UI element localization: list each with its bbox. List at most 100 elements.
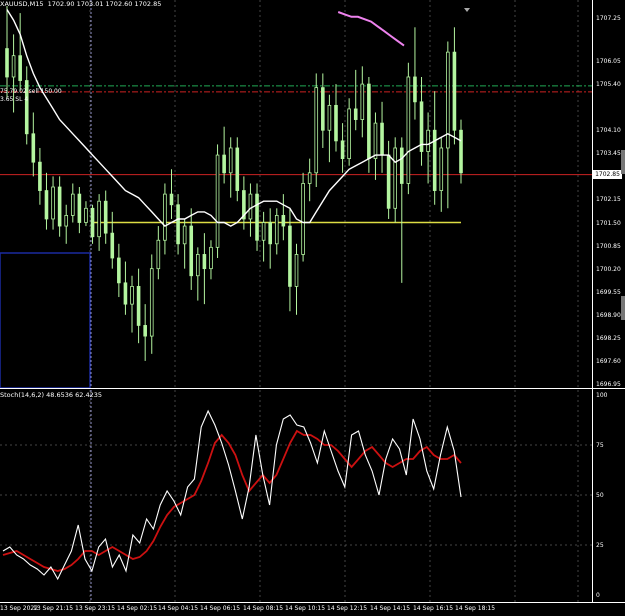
candle — [77, 187, 82, 234]
candle-body — [5, 48, 9, 78]
candle — [321, 73, 325, 148]
upper-ma-line — [337, 11, 405, 47]
candle-body — [31, 133, 36, 163]
candle-body — [426, 129, 430, 152]
shift-marker-icon[interactable] — [464, 8, 470, 12]
candle-body — [386, 154, 391, 209]
candle-body — [281, 215, 286, 227]
chart-window: XAUUSD,M15 1702.90 1703.01 1702.60 1702.… — [0, 0, 625, 616]
candle — [5, 6, 9, 99]
candle-body — [182, 225, 187, 245]
candle — [209, 240, 213, 280]
candle — [31, 112, 36, 177]
time-tick-label: 14 Sep 10:15 — [285, 605, 326, 612]
candle — [176, 194, 180, 255]
candle — [228, 137, 233, 198]
candle — [360, 66, 365, 138]
candle-body — [84, 207, 88, 223]
time-tick-label: 14 Sep 04:15 — [158, 605, 199, 612]
price-tick-label: 1702.15 — [596, 196, 621, 204]
stochastic-tick-label: 25 — [596, 542, 604, 549]
candle-body — [123, 282, 128, 305]
stochastic-grid — [0, 390, 592, 602]
candle — [123, 261, 128, 315]
candle-body — [288, 225, 292, 287]
candle-body — [327, 104, 332, 131]
candle — [307, 158, 312, 202]
candle — [143, 304, 147, 361]
candle-body — [196, 254, 200, 277]
candle-body — [314, 87, 319, 174]
price-chart-pane[interactable]: XAUUSD,M15 1702.90 1703.01 1702.60 1702.… — [0, 0, 592, 388]
candle — [261, 211, 266, 262]
candle-body — [413, 76, 417, 103]
candle-body — [11, 55, 16, 78]
candle — [235, 137, 240, 202]
candle-body — [156, 239, 161, 270]
price-tick-label: 1704.10 — [596, 127, 621, 135]
candle-body — [130, 285, 134, 305]
candle-body — [347, 108, 351, 160]
candle — [215, 144, 220, 258]
candle — [24, 66, 29, 145]
price-tick-label: 1705.40 — [596, 81, 621, 89]
candle-body — [57, 186, 62, 227]
stochastic-canvas[interactable] — [0, 390, 592, 602]
pane-separator[interactable] — [0, 388, 625, 389]
price-tick-label: 1706.05 — [596, 58, 621, 65]
candle — [70, 183, 75, 223]
price-axis[interactable]: 1707.25 1706.05 1705.40 1704.10 1703.45 1702.… — [592, 0, 625, 388]
time-tick-label: 14 Sep 12:15 — [327, 605, 368, 612]
sl-order-label[interactable]: 3.65 SL 4 — [0, 96, 28, 103]
candle — [130, 275, 134, 333]
candle-body — [406, 76, 411, 184]
time-tick-label: 14 Sep 14:15 — [370, 605, 411, 612]
candle-body — [360, 83, 365, 120]
price-tick-label: 1697.60 — [596, 357, 621, 365]
candle — [44, 172, 49, 230]
price-tick-label: 1700.85 — [596, 242, 621, 250]
candle-body — [334, 104, 338, 142]
candle-body — [321, 87, 325, 131]
candle — [189, 208, 194, 290]
candle-body — [399, 147, 404, 184]
candle — [314, 73, 319, 188]
candle — [182, 218, 187, 269]
price-tick-label: 1701.50 — [596, 219, 621, 227]
candle-body — [353, 108, 358, 120]
candle-body — [459, 129, 463, 174]
candle-body — [432, 129, 437, 191]
candle — [419, 76, 424, 166]
candle-body — [367, 83, 371, 160]
candle-body — [393, 147, 398, 209]
candle — [90, 204, 95, 244]
candle-body — [340, 140, 345, 160]
candle-body — [274, 215, 279, 245]
candle-body — [90, 207, 95, 238]
scale-drag-handle[interactable] — [621, 150, 625, 174]
price-chart-canvas[interactable] — [0, 0, 592, 388]
price-tick-label: 1699.55 — [596, 288, 621, 296]
candle-body — [301, 183, 305, 255]
candle — [393, 137, 398, 223]
current-price-tag: 1702.85 — [593, 170, 622, 180]
candle-body — [176, 204, 180, 245]
price-tick-label: 1700.20 — [596, 265, 621, 273]
scale-drag-handle-lower[interactable] — [621, 296, 625, 320]
price-tick-label: 1707.25 — [596, 15, 621, 23]
blue-box-rectangle[interactable] — [0, 252, 91, 388]
tp-order-label[interactable]: 75.79.02 sell 150.00 — [0, 88, 62, 95]
time-axis[interactable]: 13 Sep 2022 13 Sep 21:15 13 Sep 23:15 14 Se… — [0, 602, 625, 616]
stochastic-title: Stoch(14,6,2) 48.6536 62.4235 — [0, 391, 102, 399]
candle — [274, 208, 279, 255]
candle — [255, 183, 259, 251]
candle — [136, 268, 141, 344]
candle — [459, 119, 463, 184]
price-tick-label: 1698.25 — [596, 334, 621, 342]
candle-body — [307, 172, 312, 184]
candle-body — [110, 232, 115, 259]
symbol-title: XAUUSD,M15 — [0, 0, 44, 8]
stochastic-axis[interactable]: 100 75 50 25 0 — [592, 390, 625, 602]
candle — [84, 201, 88, 227]
stochastic-pane[interactable]: Stoch(14,6,2) 48.6536 62.4235 — [0, 390, 592, 602]
